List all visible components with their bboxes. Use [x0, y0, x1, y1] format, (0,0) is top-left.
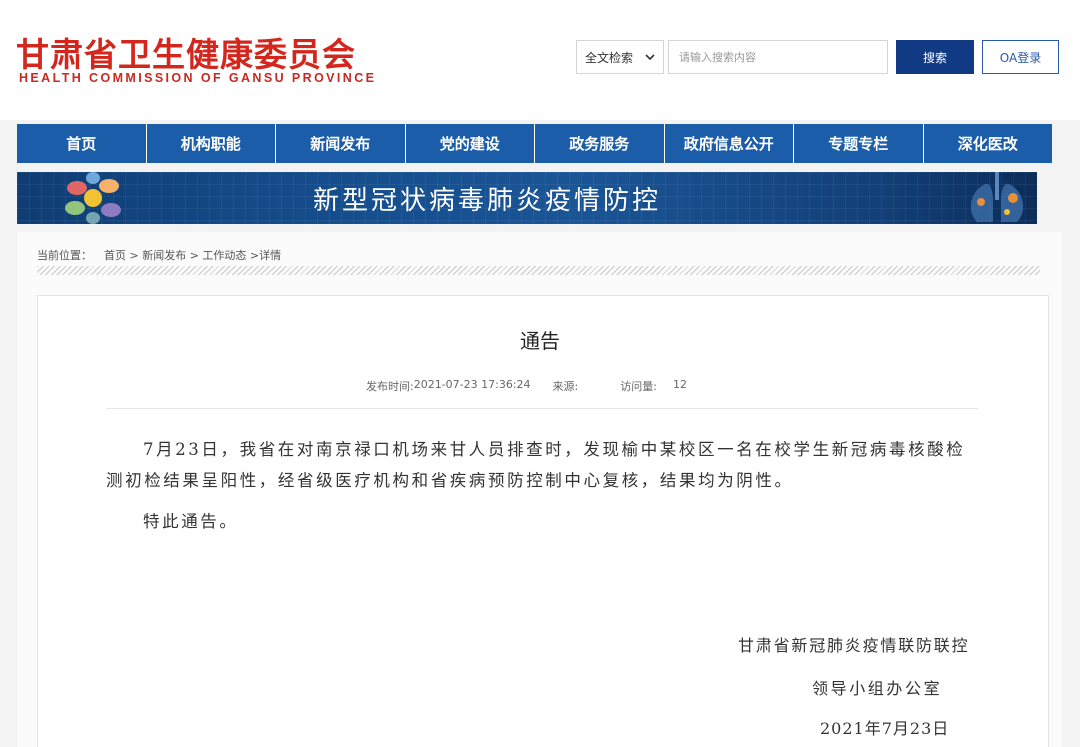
article-title: 通告	[520, 329, 560, 353]
nav-item-info-disclosure[interactable]: 政府信息公开	[665, 124, 794, 163]
nav-item-party[interactable]: 党的建设	[406, 124, 535, 163]
signature-date: 2021年7月23日	[820, 719, 950, 738]
nav-item-medical-reform[interactable]: 深化医改	[924, 124, 1053, 163]
chevron-down-icon	[645, 54, 655, 61]
search-button[interactable]: 搜索	[896, 40, 974, 74]
breadcrumb: 当前位置： 首页 > 新闻发布 > 工作动态 >详情	[37, 247, 281, 263]
nav-item-home[interactable]: 首页	[17, 124, 147, 163]
banner-title: 新型冠状病毒肺炎疫情防控	[313, 186, 662, 216]
article-paragraph: 7月23日，我省在对南京禄口机场来甘人员排查时，发现榆中某校区一名在校学生新冠病…	[106, 440, 966, 490]
views-value: 12	[672, 378, 687, 391]
meta-divider	[106, 408, 978, 409]
oa-login-button[interactable]: OA登录	[982, 40, 1059, 74]
search-scope-label: 全文检索	[585, 50, 634, 65]
signature-organization: 甘肃省新冠肺炎疫情联防联控	[738, 636, 970, 655]
breadcrumb-label: 当前位置：	[37, 249, 92, 262]
nav-item-organization[interactable]: 机构职能	[147, 124, 276, 163]
publish-time-label: 发布时间:	[366, 380, 414, 393]
article-meta: 发布时间: 2021-07-23 17:36:24 来源: 访问量: 12	[366, 378, 687, 394]
covid-banner[interactable]: 新型冠状病毒肺炎疫情防控	[17, 172, 1037, 224]
lungs-icon	[970, 172, 1024, 222]
site-header: 甘肃省卫生健康委员会 HEALTH COMMISSION OF GANSU PR…	[0, 0, 1080, 120]
article-paragraph-closing: 特此通告。	[143, 512, 239, 531]
hatch-divider	[37, 266, 1040, 275]
search-input[interactable]	[668, 40, 888, 74]
virus-petals-icon	[65, 172, 121, 224]
source-label: 来源:	[552, 380, 579, 393]
search-scope-select[interactable]: 全文检索	[576, 40, 664, 74]
site-logo-english[interactable]: HEALTH COMMISSION OF GANSU PROVINCE	[19, 71, 376, 85]
nav-item-special-topics[interactable]: 专题专栏	[794, 124, 924, 163]
breadcrumb-path[interactable]: 首页 > 新闻发布 > 工作动态 >详情	[104, 247, 281, 263]
main-nav: 首页 机构职能 新闻发布 党的建设 政务服务 政府信息公开 专题专栏 深化医改	[17, 124, 1052, 163]
publish-time-value: 2021-07-23 17:36:24	[413, 378, 531, 391]
nav-item-services[interactable]: 政务服务	[535, 124, 665, 163]
views-label: 访问量:	[620, 380, 657, 393]
nav-item-news[interactable]: 新闻发布	[276, 124, 406, 163]
signature-office: 领导小组办公室	[812, 679, 943, 698]
site-logo-chinese[interactable]: 甘肃省卫生健康委员会	[16, 28, 356, 76]
